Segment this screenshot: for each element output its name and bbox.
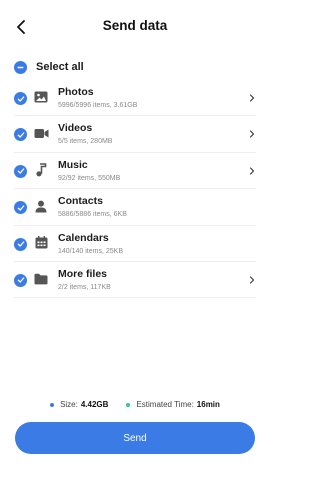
transfer-summary: Size: 4.42GB Estimated Time: 16min [0, 400, 270, 409]
category-name: Calendars [58, 231, 109, 244]
category-name: Photos [58, 86, 94, 98]
category-name: More files [58, 267, 108, 280]
minus-icon [17, 66, 24, 68]
category-row-contacts[interactable]: Contacts 5886/5886 items, 6KB [0, 189, 270, 226]
chevron-right-icon [249, 130, 255, 138]
checkmark-icon [17, 205, 24, 211]
category-checkbox[interactable] [14, 237, 27, 251]
time-summary: Estimated Time: 16min [126, 400, 220, 409]
category-name: Contacts [58, 195, 103, 208]
category-row-more-files[interactable]: More files 2/2 items, 117KB [0, 262, 270, 299]
select-all-checkbox[interactable] [14, 60, 27, 74]
category-list: Photos 5996/5996 items, 3.61GB Videos 5/… [0, 80, 270, 299]
checkmark-icon [17, 168, 24, 174]
person-icon [33, 198, 49, 214]
category-row-music[interactable]: Music 92/92 items, 550MB [0, 153, 270, 190]
size-value: 4.42GB [80, 400, 109, 409]
time-value: 16min [196, 400, 220, 409]
divider [14, 297, 256, 299]
image-icon [33, 89, 49, 105]
top-bar: Send data [0, 0, 270, 56]
category-checkbox[interactable] [14, 164, 27, 178]
category-meta: 92/92 items, 550MB [58, 174, 121, 182]
category-row-calendars[interactable]: Calendars 140/140 items, 25KB [0, 226, 270, 262]
category-checkbox[interactable] [14, 273, 27, 287]
category-meta: 5/5 items, 280MB [58, 138, 113, 146]
chevron-right-icon [249, 276, 255, 284]
video-camera-icon [33, 125, 49, 141]
chevron-right-icon [249, 167, 255, 175]
size-label: Size: [60, 400, 78, 409]
select-all-toggle[interactable]: Select all [14, 58, 84, 76]
checkmark-icon [17, 241, 24, 247]
category-name: Videos [58, 122, 93, 135]
page-title: Send data [102, 18, 168, 33]
music-note-icon [33, 162, 49, 178]
calendar-icon [33, 235, 49, 251]
checkmark-icon [17, 95, 24, 102]
category-meta: 2/2 items, 117KB [58, 283, 111, 291]
time-dot [126, 402, 131, 407]
size-summary: Size: 4.42GB [50, 400, 108, 409]
checkmark-icon [17, 277, 24, 284]
send-button[interactable]: Send [15, 422, 255, 454]
category-meta: 5996/5996 items, 3.61GB [58, 102, 138, 109]
category-row-videos[interactable]: Videos 5/5 items, 280MB [0, 116, 270, 153]
category-name: Music [58, 158, 88, 171]
category-checkbox[interactable] [14, 201, 27, 215]
category-meta: 140/140 items, 25KB [58, 247, 123, 255]
category-checkbox[interactable] [14, 92, 27, 105]
size-dot [50, 402, 55, 407]
checkmark-icon [17, 132, 24, 138]
category-checkbox[interactable] [14, 128, 27, 142]
category-meta: 5886/5886 items, 6KB [58, 211, 127, 219]
chevron-right-icon [249, 94, 255, 102]
category-row-photos[interactable]: Photos 5996/5996 items, 3.61GB [0, 80, 270, 117]
select-all-label: Select all [36, 61, 84, 73]
folder-icon [33, 271, 49, 287]
time-label: Estimated Time: [136, 400, 194, 409]
